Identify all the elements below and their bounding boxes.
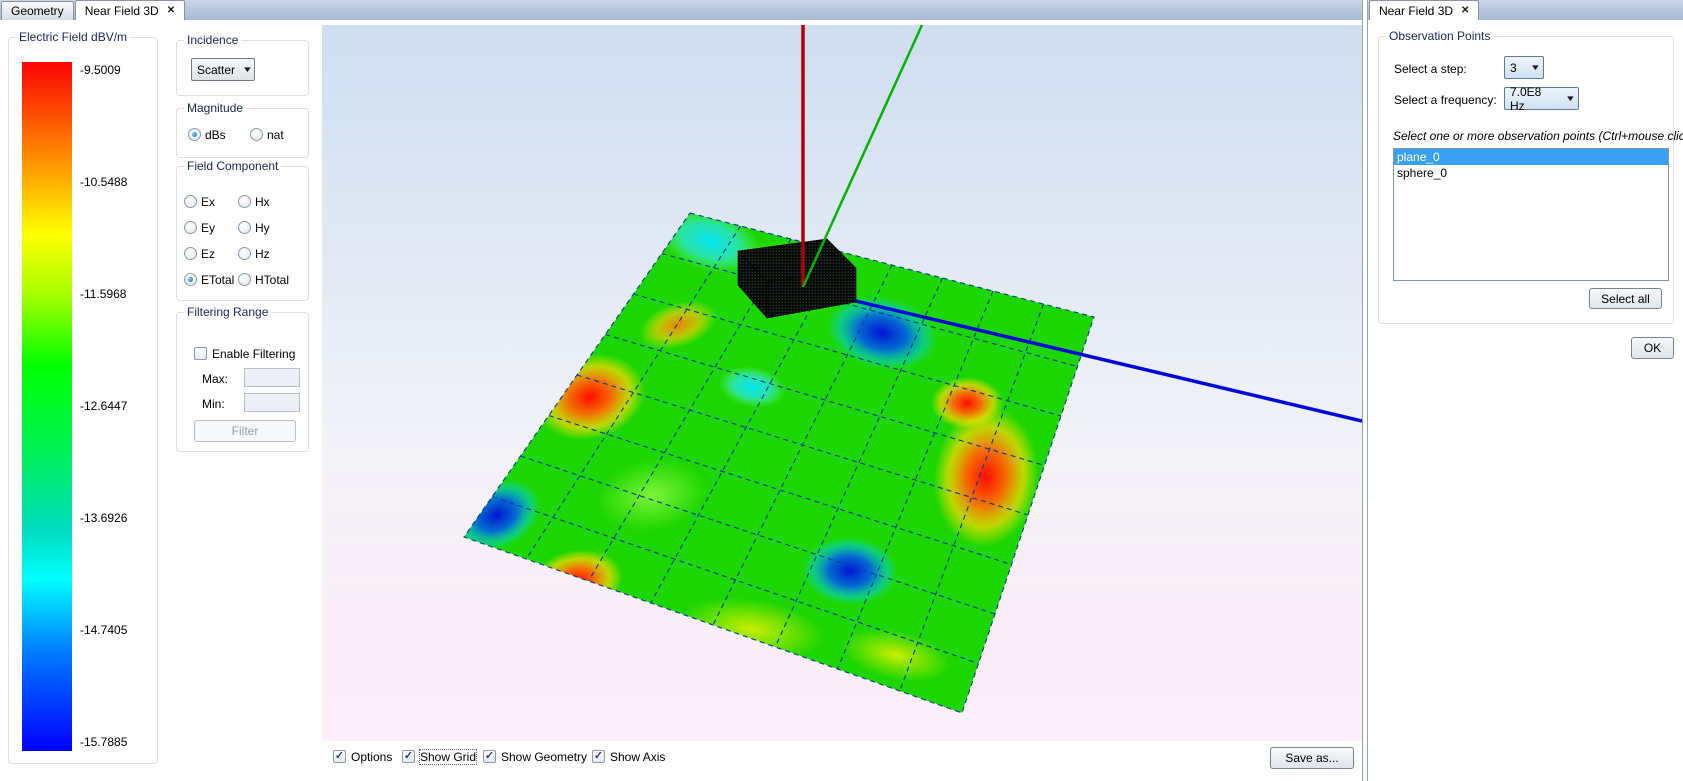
list-item-label: sphere_0 xyxy=(1397,166,1447,180)
left-tab-strip: Geometry Near Field 3D ✕ xyxy=(0,0,1362,20)
radio-dbs-label[interactable]: dBs xyxy=(205,128,226,142)
colorbar-tick: -14.7405 xyxy=(80,623,127,637)
radio-nat[interactable] xyxy=(250,128,263,141)
tab-near-field-3d-label: Near Field 3D xyxy=(85,4,159,18)
tab-near-field-3d-right[interactable]: Near Field 3D ✕ xyxy=(1369,0,1479,20)
check-icon: ✓ xyxy=(484,751,495,762)
list-item-label: plane_0 xyxy=(1397,150,1440,164)
check-icon: ✓ xyxy=(593,751,604,762)
ok-button[interactable]: OK xyxy=(1631,337,1674,359)
frequency-label: Select a frequency: xyxy=(1394,93,1497,107)
radio-ex-label[interactable]: Ex xyxy=(201,195,215,209)
chevron-down-icon: ▼ xyxy=(232,65,253,74)
radio-hy-label[interactable]: Hy xyxy=(255,221,270,235)
radio-hz-label[interactable]: Hz xyxy=(255,247,270,261)
step-label: Select a step: xyxy=(1394,62,1467,76)
filtering-range-group-title: Filtering Range xyxy=(184,305,271,319)
options-checkbox[interactable]: ✓ xyxy=(333,750,346,763)
radio-hz[interactable] xyxy=(238,247,251,260)
radio-nat-label[interactable]: nat xyxy=(267,128,284,142)
radio-ez[interactable] xyxy=(184,247,197,260)
tab-near-field-3d[interactable]: Near Field 3D ✕ xyxy=(75,0,185,20)
radio-htotal-label[interactable]: HTotal xyxy=(255,273,289,287)
tab-geometry[interactable]: Geometry xyxy=(1,1,74,20)
radio-htotal[interactable] xyxy=(238,273,251,286)
frequency-dropdown-value: 7.0E8 Hz xyxy=(1510,85,1558,113)
colorbar-tick: -15.7885 xyxy=(80,735,127,749)
radio-ey[interactable] xyxy=(184,221,197,234)
show-geometry-checkbox[interactable]: ✓ xyxy=(483,750,496,763)
select-all-button[interactable]: Select all xyxy=(1589,288,1662,309)
radio-hy[interactable] xyxy=(238,221,251,234)
radio-ez-label[interactable]: Ez xyxy=(201,247,215,261)
enable-filtering-checkbox[interactable]: ✓ xyxy=(194,347,207,360)
radio-ey-label[interactable]: Ey xyxy=(201,221,215,235)
panel-divider[interactable] xyxy=(1362,0,1368,781)
min-field[interactable] xyxy=(244,393,300,412)
show-axis-checkbox[interactable]: ✓ xyxy=(592,750,605,763)
radio-ex[interactable] xyxy=(184,195,197,208)
close-icon[interactable]: ✕ xyxy=(167,5,175,16)
chevron-down-icon: ▼ xyxy=(1520,63,1541,72)
radio-hx[interactable] xyxy=(238,195,251,208)
viewport-3d[interactable] xyxy=(322,25,1362,741)
application-window: Geometry Near Field 3D ✕ Electric Field … xyxy=(0,0,1683,781)
list-item-sphere-0[interactable]: sphere_0 xyxy=(1394,165,1668,181)
save-as-button[interactable]: Save as... xyxy=(1270,747,1354,769)
ok-button-label: OK xyxy=(1644,341,1661,355)
radio-etotal[interactable] xyxy=(184,273,197,286)
colorbar-tick: -10.5488 xyxy=(80,175,127,189)
max-label: Max: xyxy=(202,372,228,386)
list-item-plane-0[interactable]: plane_0 xyxy=(1394,149,1668,165)
check-icon: ✓ xyxy=(334,751,345,762)
close-icon[interactable]: ✕ xyxy=(1461,5,1469,16)
min-label: Min: xyxy=(202,397,225,411)
colorbar-tick: -12.6447 xyxy=(80,399,127,413)
enable-filtering-label[interactable]: Enable Filtering xyxy=(212,347,295,361)
show-axis-checkbox-label[interactable]: Show Axis xyxy=(610,750,665,764)
incidence-dropdown[interactable]: Scatter ▼ xyxy=(191,58,255,81)
right-tab-strip: Near Field 3D ✕ xyxy=(1368,0,1683,20)
incidence-group-title: Incidence xyxy=(184,33,241,47)
check-icon: ✓ xyxy=(403,751,414,762)
incidence-dropdown-value: Scatter xyxy=(197,63,235,77)
colorbar-tick: -13.6926 xyxy=(80,511,127,525)
save-as-button-label: Save as... xyxy=(1285,751,1338,765)
electric-field-group-title: Electric Field dBV/m xyxy=(16,30,130,44)
radio-etotal-label[interactable]: ETotal xyxy=(201,273,234,287)
filter-button-label: Filter xyxy=(232,424,259,438)
show-grid-checkbox[interactable]: ✓ xyxy=(402,750,415,763)
observation-points-list[interactable]: plane_0 sphere_0 xyxy=(1393,148,1669,281)
observation-instruction: Select one or more observation points (C… xyxy=(1393,129,1683,143)
radio-dbs[interactable] xyxy=(188,128,201,141)
tab-near-field-3d-right-label: Near Field 3D xyxy=(1379,4,1453,18)
tab-geometry-label: Geometry xyxy=(11,4,64,18)
step-dropdown-value: 3 xyxy=(1510,61,1517,75)
select-all-button-label: Select all xyxy=(1601,292,1650,306)
observation-points-group-title: Observation Points xyxy=(1386,29,1493,43)
options-checkbox-label[interactable]: Options xyxy=(351,750,392,764)
magnitude-group-title: Magnitude xyxy=(184,101,246,115)
colorbar-tick: -9.5009 xyxy=(80,63,121,77)
chevron-down-icon: ▼ xyxy=(1555,94,1576,103)
frequency-dropdown[interactable]: 7.0E8 Hz ▼ xyxy=(1504,87,1579,110)
show-grid-checkbox-label[interactable]: Show Grid xyxy=(420,750,476,764)
3d-scene-canvas[interactable] xyxy=(322,25,1362,741)
max-field[interactable] xyxy=(244,368,300,387)
radio-hx-label[interactable]: Hx xyxy=(255,195,270,209)
filter-button[interactable]: Filter xyxy=(194,420,296,442)
color-scale xyxy=(22,62,72,751)
colorbar-tick: -11.5968 xyxy=(80,287,126,301)
field-component-group-title: Field Component xyxy=(184,159,281,173)
step-dropdown[interactable]: 3 ▼ xyxy=(1504,56,1544,79)
show-geometry-checkbox-label[interactable]: Show Geometry xyxy=(501,750,587,764)
